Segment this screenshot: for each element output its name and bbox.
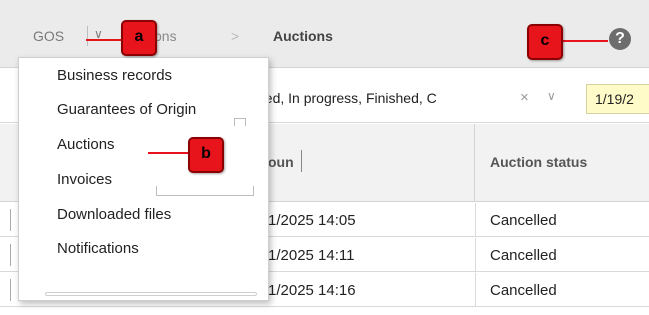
horizontal-scrollbar[interactable] (45, 292, 257, 296)
menu-item-business-records[interactable]: Business records (57, 67, 172, 84)
column-divider (475, 273, 476, 307)
menu-item-invoices[interactable]: Invoices (57, 171, 112, 188)
status-filter-select[interactable]: hed, In progress, Finished, C × ∨ (247, 84, 577, 112)
column-divider (475, 238, 476, 272)
breadcrumb-divider (87, 26, 88, 46)
column-header-date-label: oun (268, 154, 294, 170)
callout-a: a (121, 20, 157, 56)
callout-b: b (188, 137, 224, 173)
column-divider (475, 203, 476, 237)
help-icon[interactable]: ? (609, 28, 631, 50)
column-resize-handle[interactable] (301, 150, 302, 172)
column-header-auction-status[interactable]: Auction status (490, 154, 587, 170)
callout-b-pointer (148, 152, 190, 154)
decorative-outline (156, 186, 254, 196)
menu-item-guarantees-of-origin[interactable]: Guarantees of Origin (57, 101, 196, 118)
row-status: Cancelled (490, 282, 557, 299)
status-filter-value: hed, In progress, Finished, C (257, 90, 437, 106)
decorative-outline (234, 118, 246, 126)
callout-c-pointer (562, 40, 608, 42)
row-date: 1/2025 14:16 (268, 282, 356, 299)
row-marker (10, 209, 11, 231)
chevron-right-icon: > (231, 28, 240, 44)
gos-dropdown-menu: Business records Guarantees of Origin Au… (18, 57, 269, 301)
chevron-down-icon[interactable]: ∨ (547, 89, 556, 103)
row-marker (10, 244, 11, 266)
row-date: 1/2025 14:05 (268, 212, 356, 229)
callout-c: c (527, 24, 563, 60)
clear-icon[interactable]: × (520, 89, 529, 106)
menu-item-downloaded-files[interactable]: Downloaded files (57, 206, 171, 223)
breadcrumb-current: Auctions (273, 28, 333, 44)
row-marker (10, 279, 11, 301)
menu-item-notifications[interactable]: Notifications (57, 240, 139, 257)
date-filter-input[interactable]: 1/19/2 (586, 84, 649, 114)
breadcrumb-root-gos[interactable]: GOS (33, 28, 64, 44)
menu-item-auctions[interactable]: Auctions (57, 136, 115, 153)
row-status: Cancelled (490, 247, 557, 264)
row-date: 1/2025 14:11 (268, 247, 355, 264)
row-status: Cancelled (490, 212, 557, 229)
callout-a-pointer (86, 39, 122, 41)
